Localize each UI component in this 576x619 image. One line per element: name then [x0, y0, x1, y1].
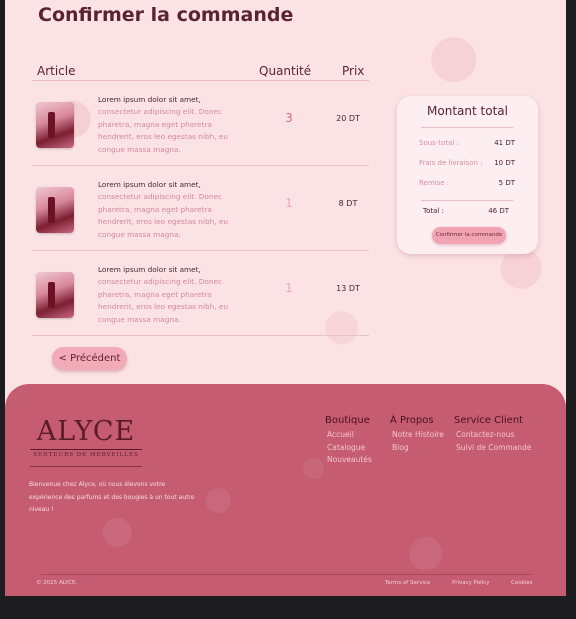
footer-link-nouveautes[interactable]: Nouveautés [325, 454, 372, 467]
subtotal-row: Sous-total :41 DT [419, 139, 515, 147]
header-article: Article [37, 64, 76, 78]
table-row: Lorem ipsum dolor sit amet, consectetur … [32, 81, 369, 166]
footer-column-service: Service Client Contactez-nous Suivi de C… [454, 415, 531, 454]
footer-column-boutique: Boutique Accueil Catalogue Nouveautés [325, 415, 372, 467]
product-price: 20 DT [336, 114, 360, 123]
total-row: Total :46 DT [423, 207, 509, 215]
product-quantity[interactable]: 3 [281, 111, 297, 125]
footer-link-histoire[interactable]: Notre Histoire [390, 429, 444, 442]
page-title: Confirmer la commande [38, 4, 294, 26]
footer-link-catalogue[interactable]: Catalogue [325, 442, 372, 455]
cookies-link[interactable]: Cookies [511, 580, 533, 586]
summary-divider [421, 200, 513, 201]
brand-logo[interactable]: ALYCE SENTEURS DE MERVEILLES [30, 417, 142, 467]
footer-column-title: Boutique [325, 415, 370, 426]
table-row: Lorem ipsum dolor sit amet, consectetur … [32, 251, 369, 336]
footer-column-apropos: À Propos Notre Histoire Blog [390, 415, 444, 454]
product-image[interactable] [36, 272, 74, 318]
table-row: Lorem ipsum dolor sit amet, consectetur … [32, 166, 369, 251]
product-description: Lorem ipsum dolor sit amet, consectetur … [98, 180, 228, 239]
summary-divider [421, 127, 513, 128]
product-image[interactable] [36, 102, 74, 148]
product-quantity[interactable]: 1 [281, 196, 297, 210]
footer: ALYCE SENTEURS DE MERVEILLES Bienvenue c… [5, 384, 566, 596]
product-description: Lorem ipsum dolor sit amet, consectetur … [98, 265, 228, 324]
footer-column-title: À Propos [390, 415, 434, 426]
header-price: Prix [342, 64, 365, 78]
summary-title: Montant total [427, 104, 508, 118]
previous-button[interactable]: < Précédent [52, 347, 127, 370]
about-text: Bienvenue chez Alyce, où nous élevons vo… [29, 481, 195, 514]
header-quantity: Quantité [259, 64, 312, 78]
footer-link-blog[interactable]: Blog [390, 442, 444, 455]
footer-link-accueil[interactable]: Accueil [325, 429, 372, 442]
product-image[interactable] [36, 187, 74, 233]
terms-link[interactable]: Terms of Service [385, 580, 430, 586]
footer-link-suivi[interactable]: Suivi de Commande [454, 442, 531, 455]
product-quantity[interactable]: 1 [281, 281, 297, 295]
discount-row: Remise :5 DT [419, 179, 515, 187]
shipping-row: Frais de livraison :10 DT [419, 159, 515, 167]
footer-divider [41, 574, 531, 575]
page: Confirmer la commande Article Quantité P… [5, 0, 566, 596]
copyright: © 2025 ALYCE. [36, 580, 78, 586]
confirm-order-button[interactable]: Confirmer la commande [432, 227, 506, 244]
product-description: Lorem ipsum dolor sit amet, consectetur … [98, 95, 228, 154]
table-header: Article Quantité Prix [32, 63, 369, 81]
order-summary-card: Montant total Sous-total :41 DT Frais de… [397, 96, 538, 254]
footer-column-title: Service Client [454, 415, 524, 426]
privacy-link[interactable]: Privacy Policy [452, 580, 489, 586]
footer-link-contact[interactable]: Contactez-nous [454, 429, 531, 442]
product-price: 8 DT [338, 199, 358, 208]
product-price: 13 DT [336, 284, 360, 293]
